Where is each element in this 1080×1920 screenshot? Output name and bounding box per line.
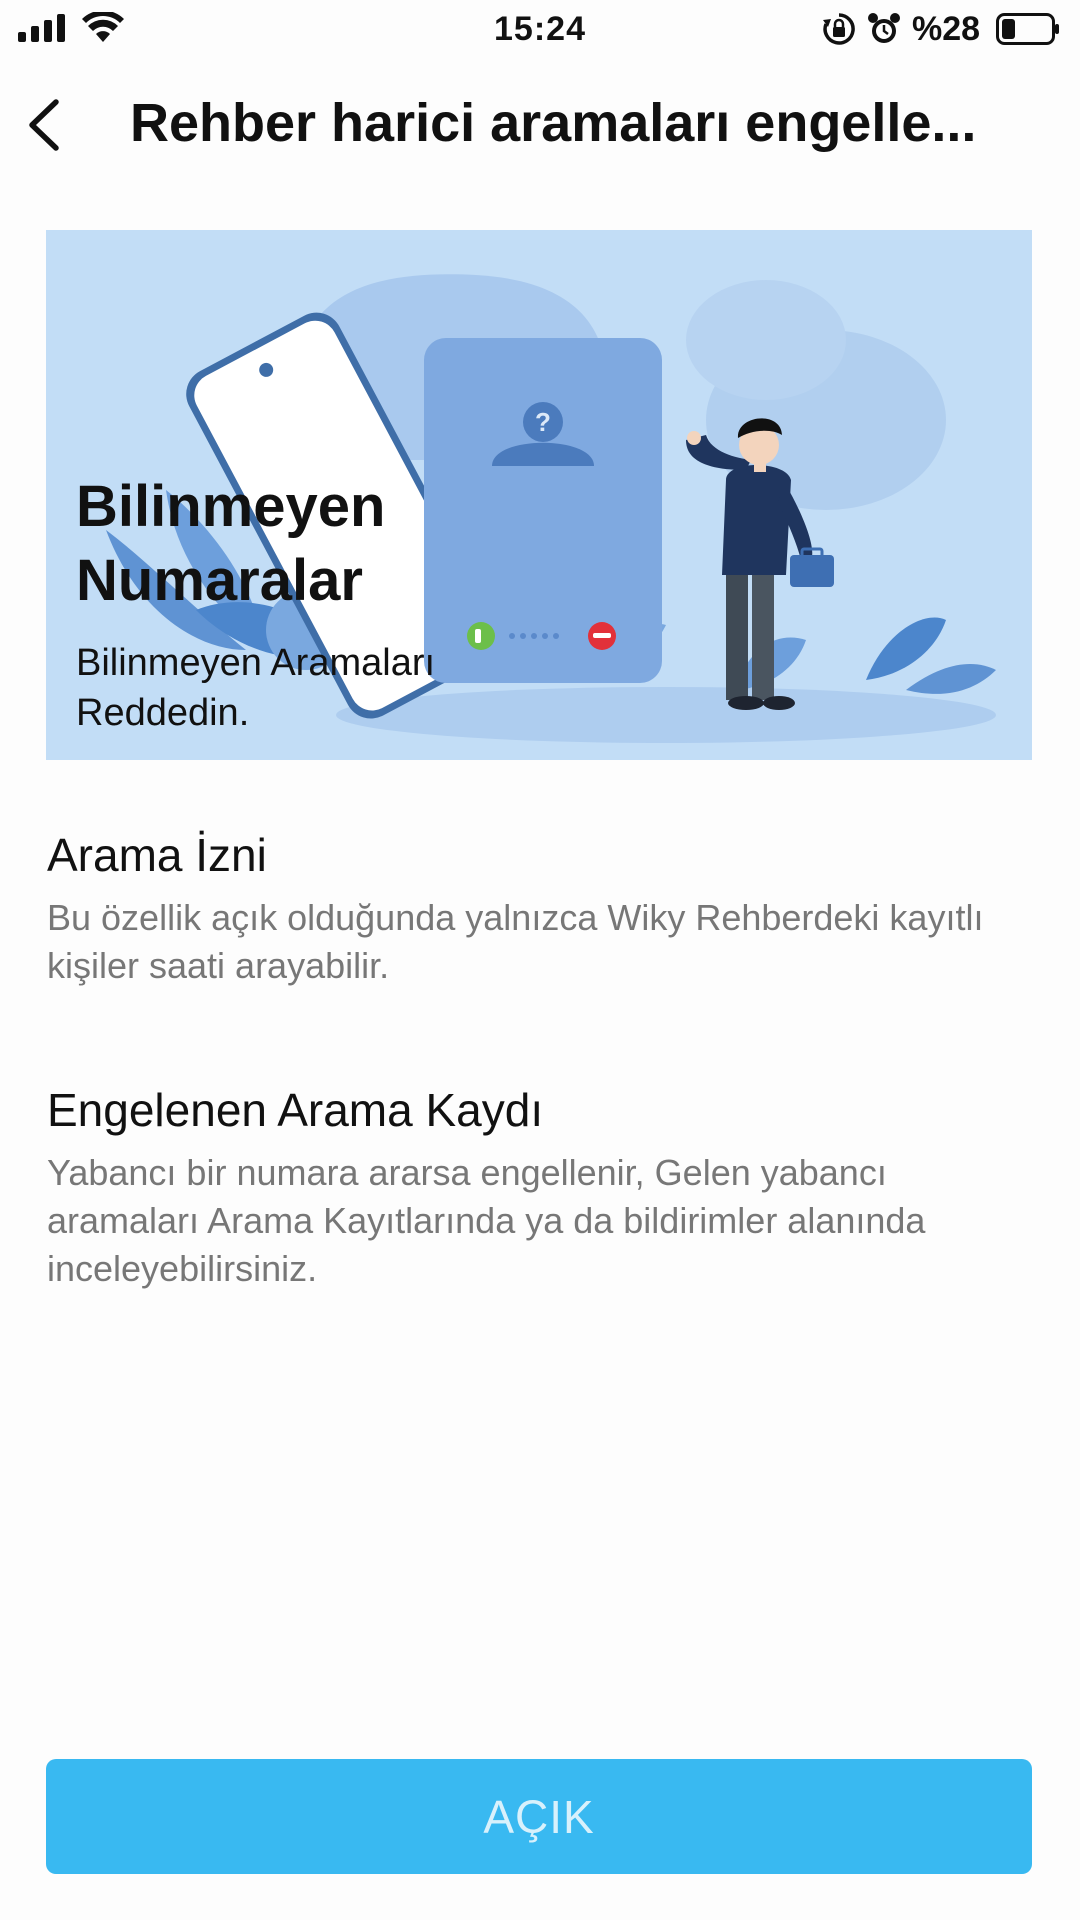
banner-subtitle: Bilinmeyen Aramaları Reddedin. [76,642,436,734]
page-title: Rehber harici aramaları engelle... [130,93,977,153]
section-title: Engelenen Arama Kaydı [47,1084,544,1136]
banner-illustration: ? Bilinmeyen Numaralar Bilinmeyen Aramal… [46,230,1032,760]
section-description: Bu özellik açık olduğunda yalnızca Wiky … [47,897,984,986]
rotation-lock-icon [823,13,855,45]
status-bar: 15:24 %28 [0,0,1080,60]
back-button[interactable] [14,90,78,160]
section-description: Yabancı bir numara ararsa engellenir, Ge… [47,1152,926,1289]
section-title: Arama İzni [47,829,267,881]
battery-icon [996,13,1059,45]
header: Rehber harici aramaları engelle... [0,70,1080,180]
svg-text:?: ? [535,407,551,437]
alarm-icon [868,13,900,43]
battery-percentage: %28 [912,10,981,48]
section-call-permission: Arama İzni Bu özellik açık olduğunda yal… [47,828,1037,990]
section-blocked-call-log: Engelenen Arama Kaydı Yabancı bir numara… [47,1083,1037,1293]
banner-title: Bilinmeyen Numaralar [76,474,386,613]
screen: 15:24 %28 Rehber harici aramaları engell… [0,0,1080,1920]
turn-on-button[interactable]: AÇIK [46,1759,1032,1874]
